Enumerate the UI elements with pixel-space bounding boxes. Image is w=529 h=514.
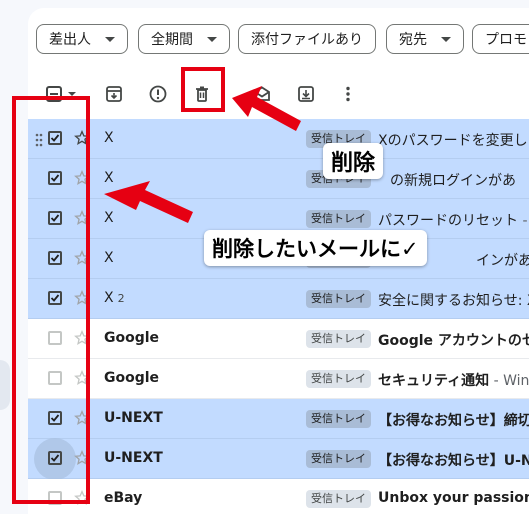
delete-callout: 削除 (323, 143, 384, 179)
arrow-to-delete (232, 86, 301, 131)
select-callout: 削除したいメールに✓ (204, 230, 427, 266)
arrow-to-checkboxes (104, 181, 193, 223)
